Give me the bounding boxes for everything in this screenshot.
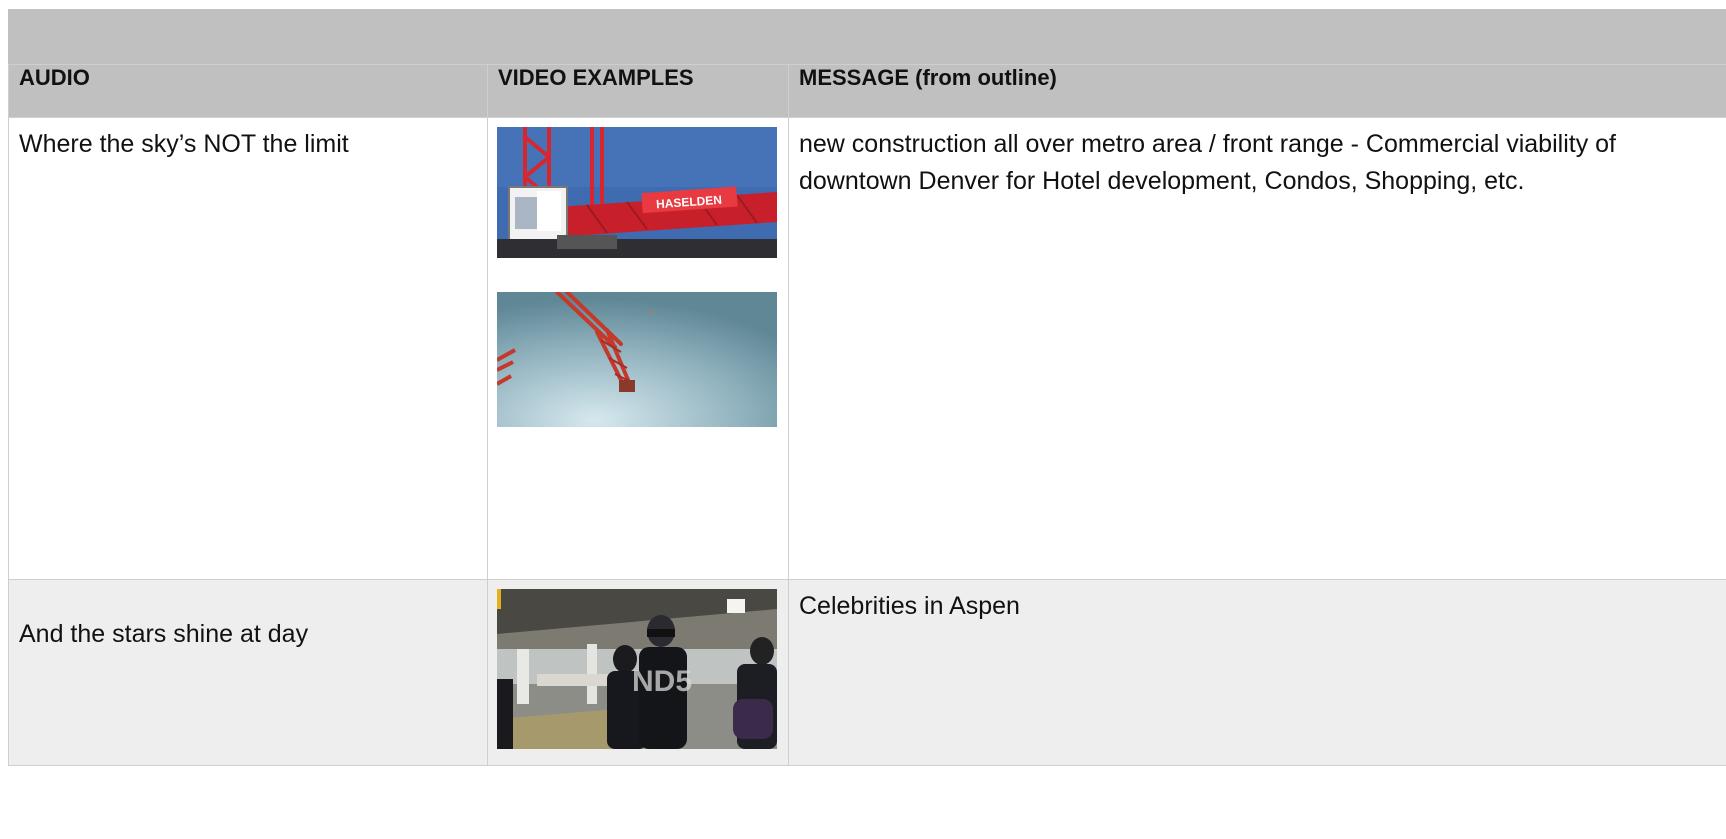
- title-banner: [8, 9, 1726, 65]
- header-audio: AUDIO: [8, 64, 488, 118]
- audio-cell: And the stars shine at day: [8, 579, 488, 766]
- message-cell: Celebrities in Aspen: [788, 579, 1726, 766]
- video-cell: HASELDEN: [487, 117, 789, 580]
- header-message: MESSAGE (from outline): [788, 64, 1726, 118]
- table-row: And the stars shine at day ND5 Celebriti…: [8, 579, 1726, 766]
- crane-boom-thumbnail: [497, 292, 777, 427]
- svg-text:ND5: ND5: [632, 665, 692, 698]
- table-row: Where the sky’s NOT the limit HASELDEN n…: [8, 117, 1726, 580]
- message-cell: new construction all over metro area / f…: [788, 117, 1726, 580]
- header-row: AUDIO VIDEO EXAMPLES MESSAGE (from outli…: [8, 64, 1726, 118]
- header-video-examples: VIDEO EXAMPLES: [487, 64, 789, 118]
- audio-cell: Where the sky’s NOT the limit: [8, 117, 488, 580]
- celebrity-thumbnail: ND5: [497, 589, 777, 749]
- message-text: Celebrities in Aspen: [799, 592, 1020, 620]
- top-margin: [0, 0, 1726, 9]
- script-table: AUDIO VIDEO EXAMPLES MESSAGE (from outli…: [8, 64, 1726, 766]
- audio-text: And the stars shine at day: [19, 620, 309, 648]
- video-cell: ND5: [487, 579, 789, 766]
- crane-cab-thumbnail: HASELDEN: [497, 127, 777, 258]
- message-text: new construction all over metro area / f…: [799, 130, 1616, 195]
- audio-text: Where the sky’s NOT the limit: [19, 130, 349, 158]
